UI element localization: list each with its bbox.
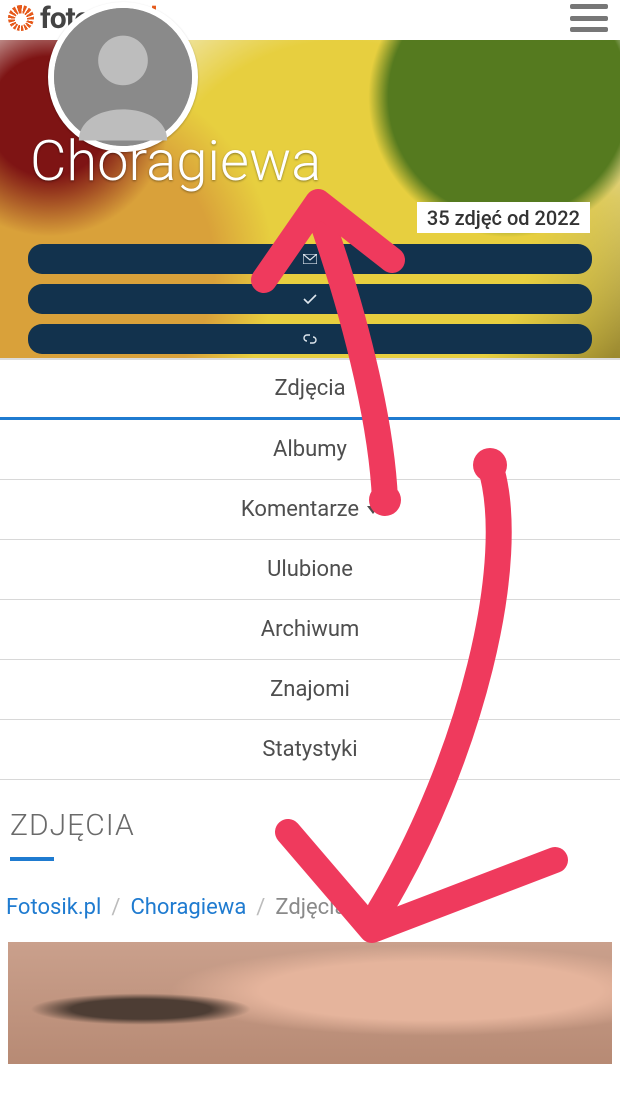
tab-label: Ulubione [267,557,353,582]
breadcrumb-item[interactable]: Choragiewa [130,895,246,920]
hamburger-bar [570,4,608,9]
menu-button[interactable] [570,4,608,32]
section-heading: ZDJĘCIA [4,808,616,857]
tab-znajomi[interactable]: Znajomi [0,660,620,720]
check-icon [303,294,317,304]
profile-action-bar [28,244,592,354]
link-icon [303,333,317,345]
logo-sun-icon [8,5,34,31]
tab-label: Statystyki [262,737,357,762]
tab-label: Albumy [273,437,347,462]
tab-label: Komentarze [241,497,359,522]
tab-zdjęcia[interactable]: Zdjęcia [0,360,620,420]
tab-ulubione[interactable]: Ulubione [0,540,620,600]
breadcrumb: Fotosik.pl/Choragiewa/Zdjęcia [4,895,616,942]
tab-label: Archiwum [261,617,360,642]
follow-button[interactable] [28,284,592,314]
chevron-down-icon [367,506,379,514]
page-root: fotosik.pl Choragiewa 35 zdjęć od 2022 [0,0,620,1064]
hamburger-bar [570,27,608,32]
photos-section: ZDJĘCIA Fotosik.pl/Choragiewa/Zdjęcia [0,780,620,1064]
breadcrumb-separator: / [246,895,275,920]
tab-label: Zdjęcia [274,376,345,401]
tab-albumy[interactable]: Albumy [0,420,620,480]
envelope-icon [303,254,317,264]
breadcrumb-item[interactable]: Fotosik.pl [6,895,101,920]
heading-underline [10,857,54,861]
hamburger-bar [570,16,608,21]
profile-tabs: Zdjęcia Albumy Komentarze Ulubione Archiwum Z… [0,358,620,780]
breadcrumb-separator: / [101,895,130,920]
photo-count-badge: 35 zdjęć od 2022 [417,202,590,233]
more-button[interactable] [28,324,592,354]
tab-statystyki[interactable]: Statystyki [0,720,620,780]
photo-thumbnail[interactable] [8,942,612,1064]
tab-komentarze[interactable]: Komentarze [0,480,620,540]
tab-label: Znajomi [270,677,350,702]
avatar-placeholder-icon [54,8,192,146]
breadcrumb-item: Zdjęcia [275,895,346,920]
message-button[interactable] [28,244,592,274]
profile-username: Choragiewa [30,128,321,194]
profile-cover: Choragiewa 35 zdjęć od 2022 [0,40,620,358]
tab-archiwum[interactable]: Archiwum [0,600,620,660]
